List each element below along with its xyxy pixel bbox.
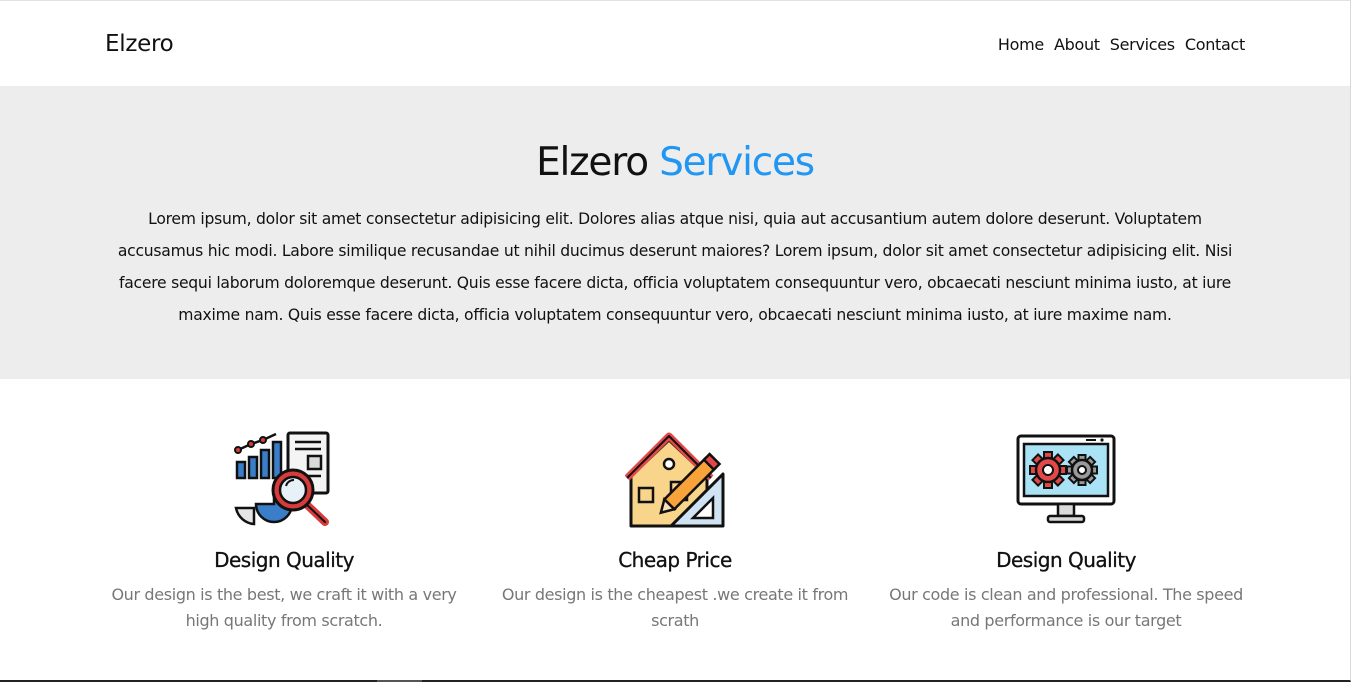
feature-card: Cheap Price Our design is the cheapest .… [496,430,854,634]
header-container: Elzero Home About Services Contact [105,1,1245,86]
hero-description: Lorem ipsum, dolor sit amet consectetur … [117,210,1233,324]
monitor-gears-icon [1016,434,1116,524]
feature-card: Design Quality Our code is clean and pro… [887,430,1245,634]
feature-card: Design Quality Our design is the best, w… [105,430,463,634]
hero-title-accent: Services [659,140,815,185]
features-container: Design Quality Our design is the best, w… [105,379,1245,634]
hero-title-main: Elzero [536,140,649,185]
nav-home-link[interactable]: Home [998,35,1044,54]
feature-description: Our design is the cheapest .we create it… [501,585,849,630]
site-header: Elzero Home About Services Contact [0,1,1350,86]
nav-services-link[interactable]: Services [1110,35,1175,54]
feature-title: Design Quality [996,548,1137,572]
nav-contact-link[interactable]: Contact [1185,35,1245,54]
feature-description: Our code is clean and professional. The … [889,585,1243,630]
feature-title: Design Quality [214,548,355,572]
hero-container: Elzero Services Lorem ipsum, dolor sit a… [105,86,1245,331]
house-pencil-ruler-icon [625,432,725,528]
analytics-magnifier-icon [234,431,330,526]
hero-title: Elzero Services [105,139,1245,187]
services-hero: Elzero Services Lorem ipsum, dolor sit a… [0,86,1350,379]
site-logo[interactable]: Elzero [105,31,174,57]
page: Elzero Home About Services Contact Elzer… [0,0,1351,682]
feature-description: Our design is the best, we craft it with… [111,585,457,630]
nav-about-link[interactable]: About [1054,35,1100,54]
main-nav: Home About Services Contact [998,35,1245,54]
features-section: Design Quality Our design is the best, w… [0,379,1350,634]
feature-title: Cheap Price [618,548,732,572]
